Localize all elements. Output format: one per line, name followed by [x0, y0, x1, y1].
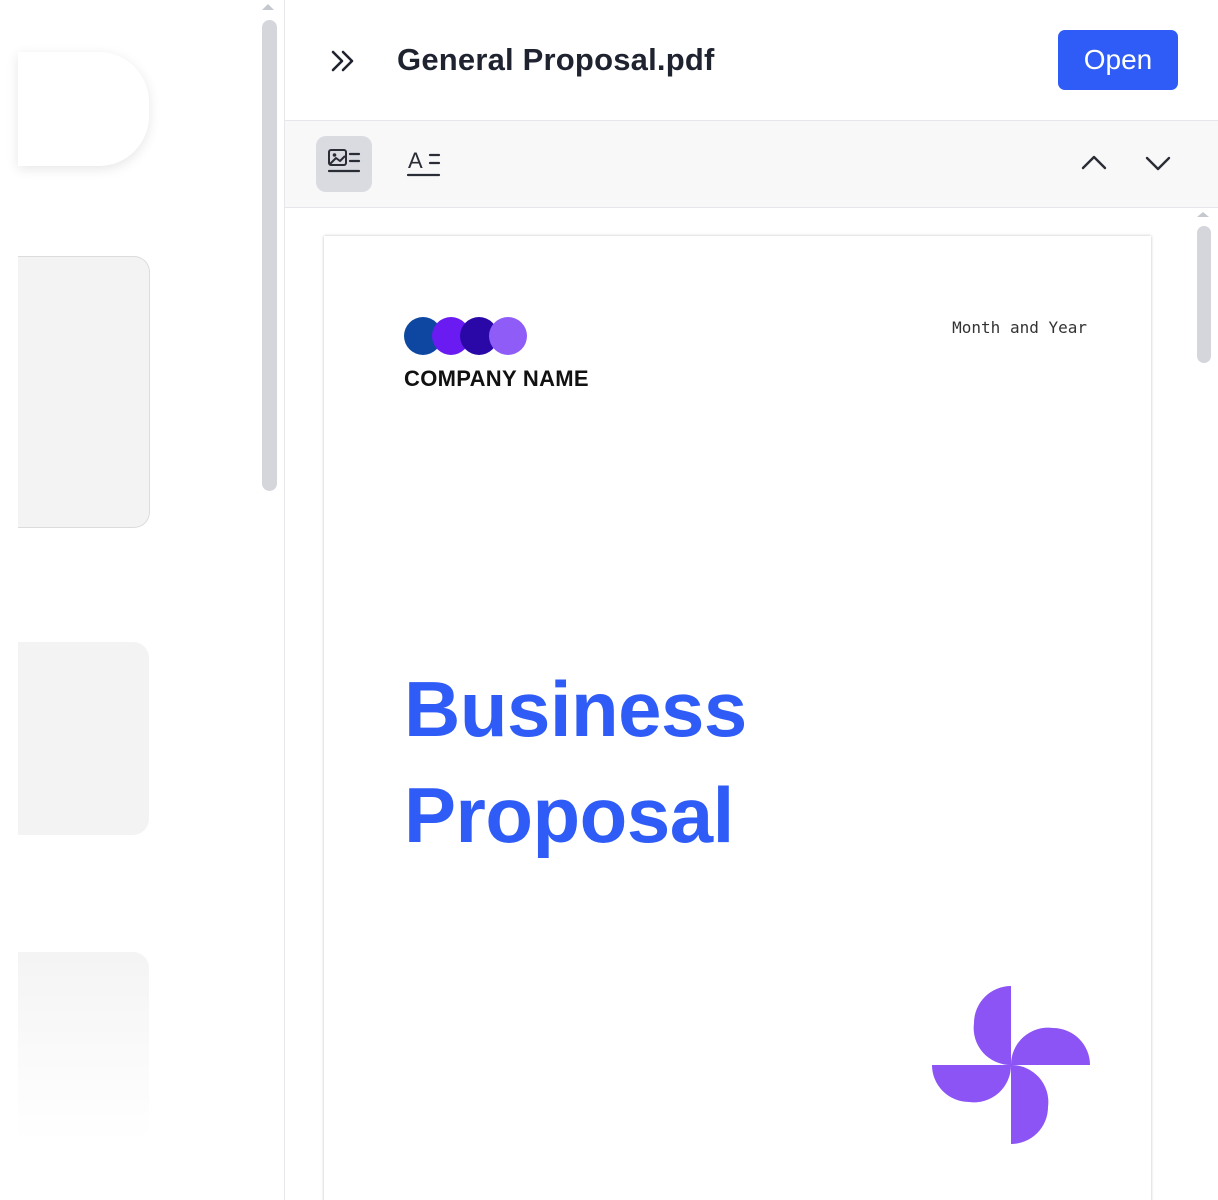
- pdf-page: COMPANY NAME Month and Year Business Pro…: [324, 236, 1151, 1200]
- open-button[interactable]: Open: [1058, 30, 1178, 90]
- thumbnail-card[interactable]: [18, 952, 149, 1142]
- thumbnail-card[interactable]: [18, 642, 149, 835]
- text-view-glyph: A: [408, 148, 423, 173]
- scroll-up-arrow[interactable]: [262, 4, 274, 10]
- previous-page-button[interactable]: [1074, 143, 1114, 183]
- text-view-button[interactable]: A: [396, 136, 452, 192]
- sidebar-scrollbar[interactable]: [262, 20, 277, 491]
- company-logo-icon: [404, 317, 527, 355]
- chevron-down-icon: [1145, 156, 1171, 171]
- viewer-scrollbar[interactable]: [1197, 226, 1211, 363]
- logo-dot: [489, 317, 527, 355]
- file-title: General Proposal.pdf: [397, 42, 715, 77]
- document-viewer[interactable]: COMPANY NAME Month and Year Business Pro…: [285, 208, 1218, 1200]
- double-chevron-right-icon: [331, 50, 354, 72]
- title-line: Business: [404, 665, 747, 753]
- title-line: Proposal: [404, 771, 734, 859]
- pinwheel-logo-icon: [932, 986, 1090, 1144]
- thumbnail-card[interactable]: [18, 52, 149, 166]
- scroll-up-arrow[interactable]: [1197, 212, 1209, 217]
- thumbnail-view-button[interactable]: [316, 136, 372, 192]
- viewer-header: General Proposal.pdf Open: [285, 0, 1218, 121]
- text-list-icon: A: [406, 148, 441, 177]
- thumbnail-sidebar: [0, 0, 284, 1200]
- date-placeholder: Month and Year: [952, 318, 1087, 337]
- chevron-up-icon: [1081, 155, 1107, 170]
- collapse-panel-button[interactable]: [327, 44, 363, 78]
- viewer-toolbar: A: [285, 121, 1218, 208]
- company-name: COMPANY NAME: [404, 366, 589, 391]
- image-list-icon: [327, 149, 361, 173]
- thumbnail-card[interactable]: [18, 256, 150, 528]
- document-title: Business Proposal: [404, 656, 747, 868]
- next-page-button[interactable]: [1138, 143, 1178, 183]
